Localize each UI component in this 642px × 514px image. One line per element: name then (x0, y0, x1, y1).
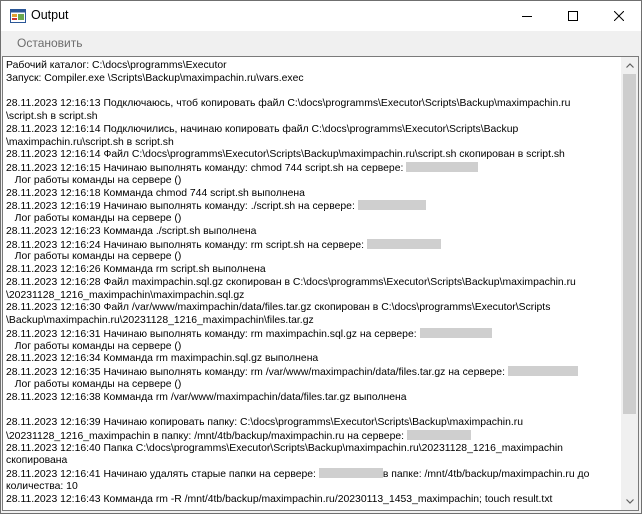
window-title: Output (31, 8, 69, 22)
redacted-server-address (419, 327, 492, 338)
log-line: \Backup\maximpachin.ru\20231128_1216_max… (6, 315, 314, 326)
log-line: скопирована (6, 455, 68, 467)
minimize-button[interactable] (504, 1, 550, 31)
log-line: 28.11.2023 12:16:14 Подключились, начина… (6, 123, 519, 135)
scrollbar-thumb[interactable] (623, 74, 636, 414)
output-window: Output Остановить Рабочий каталог: C:\do… (0, 0, 642, 514)
close-icon (614, 11, 624, 21)
log-line: 28.11.2023 12:16:30 Файл /var/www/maximp… (6, 302, 551, 314)
log-text: Рабочий каталог: C:\docs\programms\Execu… (6, 60, 618, 506)
log-line: 28.11.2023 12:16:14 Файл C:\docs\program… (6, 149, 565, 161)
log-line: 28.11.2023 12:16:13 Подключаюсь, чтоб ко… (6, 98, 571, 110)
scroll-down-arrow-icon[interactable] (621, 493, 638, 510)
log-line: 28.11.2023 12:16:34 Комманда rm maximpac… (6, 353, 319, 365)
log-line: Запуск: Compiler.exe \Scripts\Backup\max… (6, 72, 304, 84)
log-line: Лог работы команды на сервере () (6, 378, 182, 390)
redacted-server-address (507, 366, 578, 376)
vertical-scrollbar[interactable] (621, 57, 638, 510)
log-line: 28.11.2023 12:16:31 Начинаю выполнять ко… (6, 327, 618, 341)
log-line: Лог работы команды на сервере () (6, 174, 182, 186)
log-line: \script.sh в script.sh (6, 111, 98, 122)
log-line: 28.11.2023 12:16:23 Комманда ./script.sh… (6, 225, 257, 237)
redacted-server-address (406, 429, 471, 440)
redacted-server-address (406, 162, 479, 172)
minimize-icon (522, 16, 532, 17)
output-log-textbox[interactable]: Рабочий каталог: C:\docs\programms\Execu… (2, 56, 639, 511)
log-line: Рабочий каталог: C:\docs\programms\Execu… (6, 60, 227, 71)
toolbar: Остановить (1, 31, 641, 55)
log-line: 28.11.2023 12:16:26 Комманда rm script.s… (6, 264, 266, 275)
log-line: 28.11.2023 12:16:40 Папка C:\docs\progra… (6, 442, 563, 454)
log-line: Лог работы команды на сервере () (6, 213, 182, 224)
log-line: 28.11.2023 12:16:28 Файл maximpachin.sql… (6, 276, 576, 288)
log-line: \20231128_1216_maximpachin\maximpachin.s… (6, 289, 245, 301)
title-bar[interactable]: Output (1, 1, 641, 31)
log-line: 28.11.2023 12:16:24 Начинаю выполнять ко… (6, 238, 618, 252)
stop-button[interactable]: Остановить (7, 35, 93, 51)
log-line: \maximpachin.ru\script.sh в script.sh (6, 136, 174, 148)
log-line: Лог работы команды на сервере () (6, 340, 182, 352)
log-line: \20231128_1216_maximpachin в папку: /mnt… (6, 429, 618, 443)
scroll-up-arrow-icon[interactable] (621, 57, 638, 74)
log-line: 28.11.2023 12:16:43 Комманда rm -R /mnt/… (6, 493, 553, 505)
log-line: 28.11.2023 12:16:41 Начинаю удалять стар… (6, 468, 590, 480)
log-line: 28.11.2023 12:16:38 Комманда rm /var/www… (6, 391, 407, 403)
log-line: Лог работы команды на сервере () (6, 251, 182, 263)
app-window-icon (10, 9, 26, 23)
log-line: 28.11.2023 12:16:35 Начинаю выполнять ко… (6, 366, 618, 379)
maximize-icon (568, 11, 578, 21)
close-button[interactable] (596, 1, 641, 31)
maximize-button[interactable] (550, 1, 596, 31)
log-line: 28.11.2023 12:16:18 Комманда chmod 744 s… (6, 187, 305, 199)
redacted-server-address (318, 468, 383, 478)
log-line: 28.11.2023 12:16:39 Начинаю копировать п… (6, 417, 523, 428)
log-line: 28.11.2023 12:16:15 Начинаю выполнять ко… (6, 162, 618, 175)
log-line: количества: 10 (6, 480, 78, 492)
redacted-server-address (366, 238, 441, 249)
redacted-server-address (357, 200, 426, 211)
log-line: 28.11.2023 12:16:19 Начинаю выполнять ко… (6, 200, 618, 213)
